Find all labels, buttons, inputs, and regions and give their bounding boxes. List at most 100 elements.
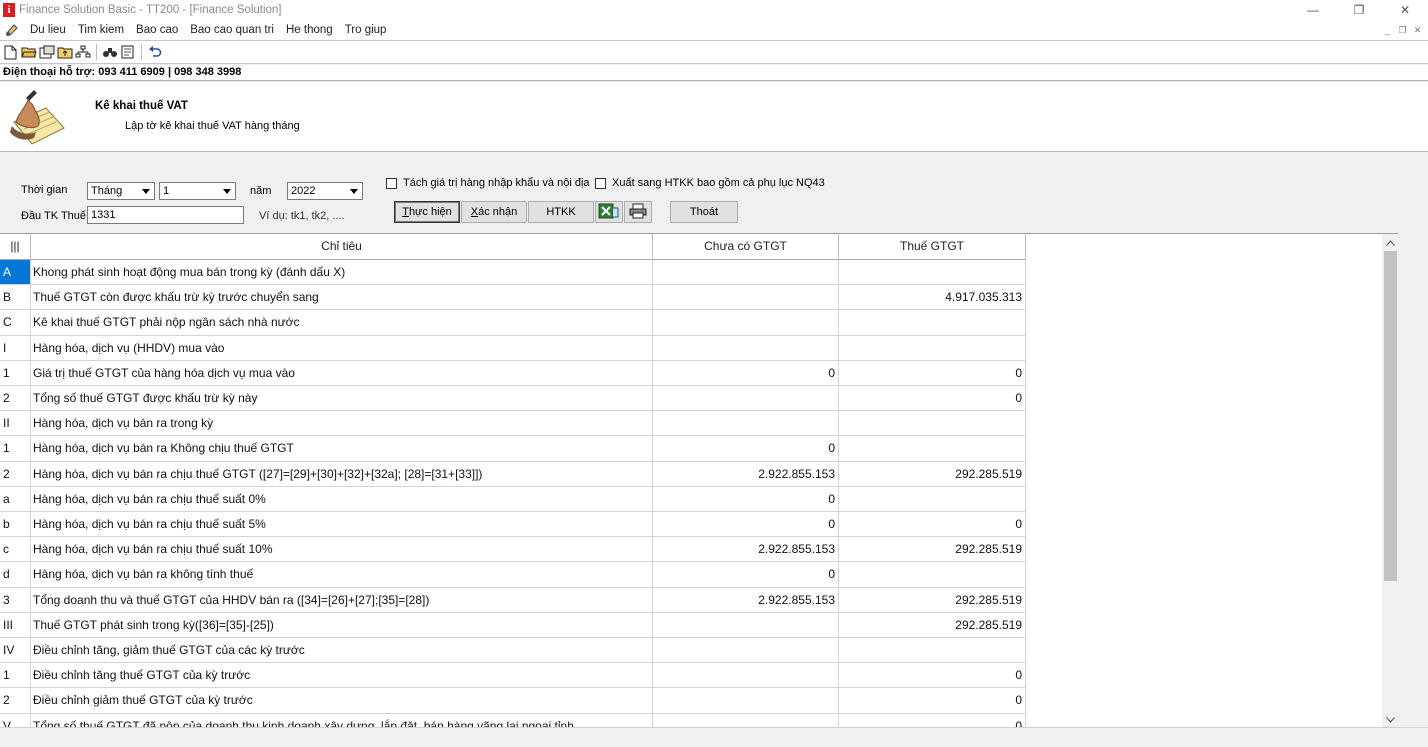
folder-up-icon[interactable] (56, 44, 73, 61)
row-vat-cell[interactable]: 0 (839, 360, 1026, 386)
menu-he-thong[interactable]: He thong (280, 24, 339, 36)
row-vat-cell[interactable] (839, 486, 1026, 512)
menu-tro-giup[interactable]: Tro giup (339, 24, 393, 36)
row-code-cell[interactable]: 1 (0, 436, 31, 462)
row-before-vat-cell[interactable]: 2.922.855.153 (653, 461, 839, 487)
exit-button[interactable]: Thoát (670, 201, 738, 223)
palette-icon[interactable] (4, 22, 20, 38)
row-name-cell[interactable]: Hàng hóa, dịch vụ (HHDV) mua vào (31, 335, 653, 361)
row-before-vat-cell[interactable]: 0 (653, 486, 839, 512)
row-before-vat-cell[interactable]: 0 (653, 360, 839, 386)
table-row[interactable]: II Hàng hóa, dịch vụ bán ra trong kỳ (0, 411, 1026, 437)
properties-icon[interactable] (38, 44, 55, 61)
row-before-vat-cell[interactable] (653, 335, 839, 361)
column-header-vat[interactable]: Thuế GTGT (839, 234, 1026, 260)
menu-bao-cao[interactable]: Bao cao (130, 24, 184, 36)
preview-icon[interactable] (119, 44, 136, 61)
row-code-cell[interactable]: II (0, 411, 31, 437)
mdi-restore-button[interactable]: ❐ (1396, 24, 1409, 36)
table-row[interactable]: I Hàng hóa, dịch vụ (HHDV) mua vào (0, 335, 1026, 361)
row-vat-cell[interactable]: 292.285.519 (839, 612, 1026, 638)
row-code-cell[interactable]: I (0, 335, 31, 361)
row-vat-cell[interactable]: 0 (839, 386, 1026, 412)
row-name-cell[interactable]: Tổng doanh thu và thuế GTGT của HHDV bán… (31, 587, 653, 613)
htkk-button[interactable]: HTKK (528, 201, 594, 223)
confirm-button[interactable]: Xác nhận (461, 201, 527, 223)
tree-icon[interactable] (74, 44, 91, 61)
row-name-cell[interactable]: Điều chỉnh tăng thuế GTGT của kỳ trước (31, 663, 653, 689)
binoculars-icon[interactable] (101, 44, 118, 61)
row-name-cell[interactable]: Giá trị thuế GTGT của hàng hóa dịch vụ m… (31, 360, 653, 386)
row-vat-cell[interactable] (839, 260, 1026, 286)
table-row[interactable]: 2 Tổng số thuế GTGT được khấu trừ kỳ này 0 (0, 386, 1026, 412)
restore-button[interactable]: ❐ (1336, 0, 1382, 20)
row-before-vat-cell[interactable] (653, 638, 839, 664)
row-name-cell[interactable]: Hàng hóa, dịch vụ bán ra chịu thuế suất … (31, 537, 653, 563)
row-before-vat-cell[interactable] (653, 260, 839, 286)
print-button[interactable] (624, 201, 652, 223)
scroll-up-icon[interactable] (1382, 234, 1398, 251)
row-name-cell[interactable]: Khong phát sinh hoạt động mua bán trong … (31, 260, 653, 286)
execute-button[interactable]: Thực hiện (394, 201, 460, 223)
row-name-cell[interactable]: Điều chỉnh giảm thuế GTGT của kỳ trước (31, 688, 653, 714)
undo-icon[interactable] (146, 44, 163, 61)
row-code-cell[interactable]: 3 (0, 587, 31, 613)
row-code-cell[interactable]: B (0, 285, 31, 311)
row-name-cell[interactable]: Tổng số thuế GTGT được khấu trừ kỳ này (31, 386, 653, 412)
menu-du-lieu[interactable]: Du lieu (24, 24, 72, 36)
close-button[interactable]: ✕ (1382, 0, 1428, 20)
row-before-vat-cell[interactable]: 2.922.855.153 (653, 537, 839, 563)
row-code-cell[interactable]: 2 (0, 688, 31, 714)
row-vat-cell[interactable]: 0 (839, 512, 1026, 538)
row-vat-cell[interactable]: 0 (839, 688, 1026, 714)
column-header-before-vat[interactable]: Chưa có GTGT (653, 234, 839, 260)
row-name-cell[interactable]: Kê khai thuế GTGT phải nộp ngân sách nhà… (31, 310, 653, 336)
row-code-cell[interactable]: C (0, 310, 31, 336)
new-document-icon[interactable] (2, 44, 19, 61)
row-before-vat-cell[interactable] (653, 663, 839, 689)
mdi-minimize-button[interactable]: _ (1381, 24, 1394, 36)
table-row[interactable]: 2 Hàng hóa, dịch vụ bán ra chịu thuế GTGT… (0, 461, 1026, 487)
row-name-cell[interactable]: Hàng hóa, dịch vụ bán ra trong kỳ (31, 411, 653, 437)
row-name-cell[interactable]: Hàng hóa, dịch vụ bán ra chịu thuế GTGT … (31, 461, 653, 487)
column-header-name[interactable]: Chỉ tiêu (31, 234, 653, 260)
row-code-cell[interactable]: 2 (0, 461, 31, 487)
export-excel-button[interactable] (595, 201, 623, 223)
row-name-cell[interactable]: Hàng hóa, dịch vụ bán ra không tính thuế (31, 562, 653, 588)
table-row[interactable]: d Hàng hóa, dịch vụ bán ra không tính thu… (0, 562, 1026, 588)
row-vat-cell[interactable] (839, 335, 1026, 361)
row-vat-cell[interactable]: 0 (839, 663, 1026, 689)
row-before-vat-cell[interactable] (653, 713, 839, 727)
row-name-cell[interactable]: Điều chỉnh tăng, giảm thuế GTGT của các … (31, 638, 653, 664)
row-code-cell[interactable]: 1 (0, 663, 31, 689)
row-name-cell[interactable]: Thuế GTGT phát sinh trong kỳ([36]=[35]-[… (31, 612, 653, 638)
row-before-vat-cell[interactable] (653, 411, 839, 437)
row-before-vat-cell[interactable] (653, 285, 839, 311)
row-name-cell[interactable]: Hàng hóa, dịch vụ bán ra Không chịu thuế… (31, 436, 653, 462)
open-folder-icon[interactable] (20, 44, 37, 61)
table-row[interactable]: b Hàng hóa, dịch vụ bán ra chịu thuế suất… (0, 512, 1026, 538)
row-vat-cell[interactable] (839, 638, 1026, 664)
row-code-cell[interactable]: b (0, 512, 31, 538)
year-select[interactable]: 2022 (287, 182, 363, 200)
row-name-cell[interactable]: Hàng hóa, dịch vụ bán ra chịu thuế suất … (31, 512, 653, 538)
table-row[interactable]: B Thuế GTGT còn được khấu trừ kỳ trước ch… (0, 285, 1026, 311)
row-before-vat-cell[interactable] (653, 612, 839, 638)
row-vat-cell[interactable] (839, 411, 1026, 437)
row-code-cell[interactable]: IV (0, 638, 31, 664)
row-before-vat-cell[interactable]: 0 (653, 436, 839, 462)
row-before-vat-cell[interactable]: 0 (653, 562, 839, 588)
table-row[interactable]: 1 Giá trị thuế GTGT của hàng hóa dịch vụ … (0, 360, 1026, 386)
table-row[interactable]: V Tổng số thuế GTGT đã nộp của doanh thu … (0, 713, 1026, 727)
row-name-cell[interactable]: Tổng số thuế GTGT đã nộp của doanh thu k… (31, 713, 653, 727)
row-vat-cell[interactable]: 292.285.519 (839, 587, 1026, 613)
export-htkk-checkbox[interactable]: Xuất sang HTKK bao gồm cả phụ lục NQ43 (595, 177, 825, 189)
row-name-cell[interactable]: Hàng hóa, dịch vụ bán ra chịu thuế suất … (31, 486, 653, 512)
table-row[interactable]: IV Điều chỉnh tăng, giảm thuế GTGT của cá… (0, 638, 1026, 664)
row-code-cell[interactable]: 2 (0, 386, 31, 412)
column-header-marker[interactable]: ||| (0, 234, 31, 260)
vertical-scrollbar[interactable] (1382, 234, 1398, 727)
row-code-cell[interactable]: c (0, 537, 31, 563)
scrollbar-thumb[interactable] (1384, 251, 1397, 581)
row-before-vat-cell[interactable] (653, 386, 839, 412)
